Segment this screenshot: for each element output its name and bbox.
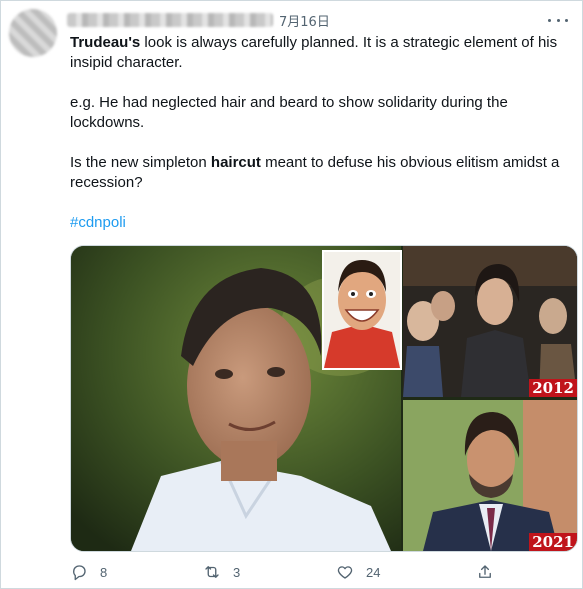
more-icon[interactable] xyxy=(548,11,568,29)
retweet-icon xyxy=(205,566,219,578)
like-button[interactable]: 24 xyxy=(336,562,380,582)
tweet-header: 7月16日 xyxy=(67,10,330,30)
mention-trudeau: Trudeau's xyxy=(70,34,141,51)
retweet-count: 3 xyxy=(233,564,241,580)
paragraph-3: Is the new simpleton haircut meant to de… xyxy=(70,154,560,191)
reply-count: 8 xyxy=(100,564,108,580)
blurred-username[interactable] xyxy=(67,13,273,27)
share-button[interactable] xyxy=(476,562,494,582)
tweet-card[interactable]: 7月16日 Trudeau's look is always carefully… xyxy=(0,0,583,589)
inset-comedy-photo[interactable] xyxy=(322,250,402,370)
tweet-text: Trudeau's look is always carefully plann… xyxy=(70,33,570,253)
share-icon xyxy=(479,565,491,578)
tweet-media[interactable]: 2012 2021 xyxy=(70,245,578,552)
bold-haircut: haircut xyxy=(210,154,261,171)
like-icon xyxy=(337,566,353,579)
reply-button[interactable]: 8 xyxy=(70,562,107,582)
photo-2021[interactable]: 2021 xyxy=(403,400,577,551)
tweet-date[interactable]: 7月16日 xyxy=(279,11,330,30)
action-bar: 8 3 24 xyxy=(70,562,510,582)
year-badge-2021: 2021 xyxy=(529,533,577,551)
hashtag-link[interactable]: #cdnpoli xyxy=(70,213,570,233)
photo-2012[interactable]: 2012 xyxy=(403,246,577,397)
paragraph-2: e.g. He had neglected hair and beard to … xyxy=(70,94,508,131)
paragraph-1: Trudeau's look is always carefully plann… xyxy=(70,34,558,71)
year-badge-2012: 2012 xyxy=(529,379,577,397)
user-avatar[interactable] xyxy=(9,9,57,57)
reply-icon xyxy=(73,565,86,581)
retweet-button[interactable]: 3 xyxy=(203,562,240,582)
like-count: 24 xyxy=(366,564,381,580)
